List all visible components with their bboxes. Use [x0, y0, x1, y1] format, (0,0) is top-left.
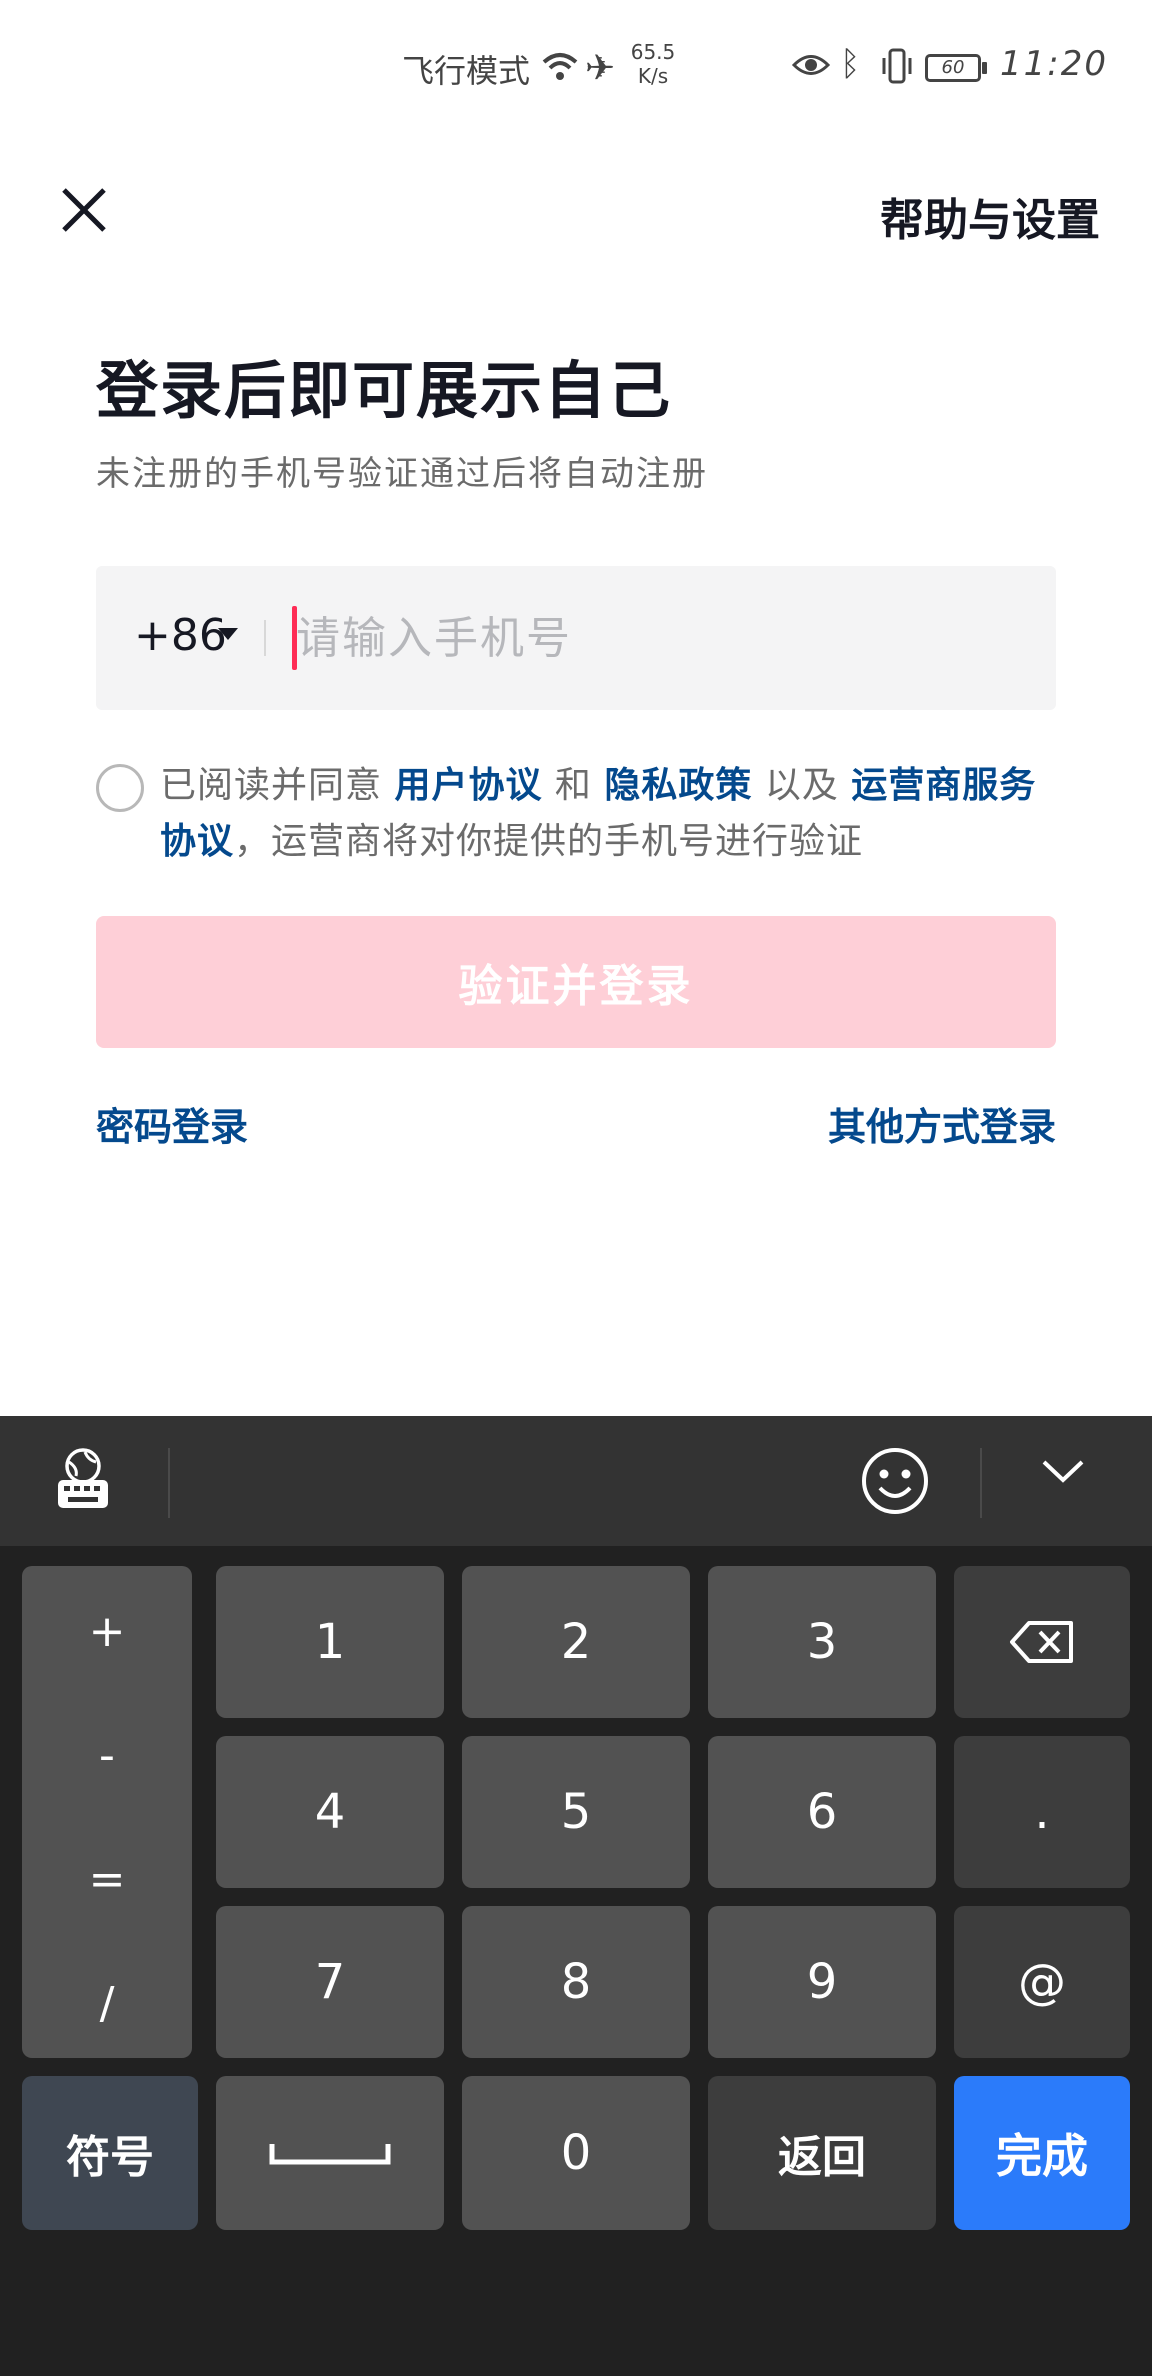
key-plus[interactable]: +	[22, 1606, 192, 1657]
agreement-text: 已阅读并同意 用户协议 和 隐私政策 以及 运营商服务协议，运营商将对你提供的手…	[160, 758, 1060, 870]
page-title: 登录后即可展示自己	[96, 354, 673, 427]
agreement-and: 和	[542, 765, 605, 806]
agreement-also: 以及	[752, 765, 852, 806]
key-equals[interactable]: =	[22, 1854, 192, 1905]
symbol-column[interactable]: + - = /	[22, 1566, 192, 2058]
close-button[interactable]	[54, 180, 114, 240]
collapse-chevron-icon[interactable]	[1040, 1456, 1086, 1490]
toolbar-divider	[168, 1448, 170, 1518]
agreement-prefix: 已阅读并同意	[160, 765, 395, 806]
network-speed-unit: K/s	[637, 64, 669, 88]
key-6[interactable]: 6	[708, 1736, 936, 1888]
symbols-key[interactable]: 符号	[22, 2076, 198, 2230]
user-agreement-link[interactable]: 用户协议	[394, 765, 542, 806]
vibrate-icon	[880, 48, 914, 88]
country-code-selector[interactable]: +86	[134, 610, 227, 661]
backspace-key[interactable]	[954, 1566, 1130, 1718]
emoji-icon[interactable]	[860, 1446, 930, 1520]
verify-login-button[interactable]: 验证并登录	[96, 916, 1056, 1048]
key-8[interactable]: 8	[462, 1906, 690, 2058]
key-5[interactable]: 5	[462, 1736, 690, 1888]
key-7[interactable]: 7	[216, 1906, 444, 2058]
key-0[interactable]: 0	[462, 2076, 690, 2230]
key-at[interactable]: @	[954, 1906, 1130, 2058]
key-9[interactable]: 9	[708, 1906, 936, 2058]
agreement-checkbox[interactable]	[96, 764, 144, 812]
close-icon	[62, 188, 106, 232]
privacy-policy-link[interactable]: 隐私政策	[604, 765, 752, 806]
space-icon	[269, 2144, 391, 2165]
airplane-icon: ✈	[585, 48, 616, 89]
password-login-link[interactable]: 密码登录	[96, 1096, 248, 1151]
key-2[interactable]: 2	[462, 1566, 690, 1718]
airplane-mode-label: 飞行模式	[402, 52, 531, 90]
network-speed-value: 65.5	[630, 40, 676, 64]
agreement-suffix: ，运营商将对你提供的手机号进行验证	[234, 821, 864, 862]
return-key[interactable]: 返回	[708, 2076, 936, 2230]
caret-down-icon[interactable]	[218, 628, 238, 640]
space-key[interactable]	[216, 2076, 444, 2230]
backspace-icon	[1010, 1621, 1073, 1663]
battery-tip	[982, 62, 987, 74]
toolbar-divider	[980, 1448, 982, 1518]
keyboard-globe-icon[interactable]	[52, 1446, 114, 1516]
other-login-link[interactable]: 其他方式登录	[828, 1096, 1056, 1151]
battery-icon: 60	[925, 54, 981, 82]
network-speed: 65.5 K/s	[628, 40, 678, 88]
status-bar: 飞行模式 ✈ 65.5 K/s ᛒ 60 11:20	[0, 0, 1152, 130]
clock: 11:20	[1000, 44, 1108, 84]
help-settings-link[interactable]: 帮助与设置	[880, 184, 1100, 248]
key-dot[interactable]: .	[954, 1736, 1130, 1888]
text-cursor	[292, 606, 297, 670]
keyboard-toolbar	[0, 1416, 1152, 1546]
wifi-icon	[540, 50, 580, 86]
key-3[interactable]: 3	[708, 1566, 936, 1718]
eye-icon	[791, 52, 831, 82]
done-key[interactable]: 完成	[954, 2076, 1130, 2230]
phone-field: +86	[96, 566, 1056, 710]
page-subtitle: 未注册的手机号验证通过后将自动注册	[96, 454, 708, 494]
key-1[interactable]: 1	[216, 1566, 444, 1718]
key-4[interactable]: 4	[216, 1736, 444, 1888]
key-slash[interactable]: /	[22, 1978, 192, 2029]
numeric-keyboard: + - = / 1 2 3 4 5 6 . 7 8 9 @ 符号 0 返回 完成	[0, 1416, 1152, 2376]
key-minus[interactable]: -	[22, 1730, 192, 1781]
bluetooth-icon: ᛒ	[840, 44, 861, 84]
divider	[264, 620, 266, 656]
phone-input[interactable]	[296, 596, 996, 680]
